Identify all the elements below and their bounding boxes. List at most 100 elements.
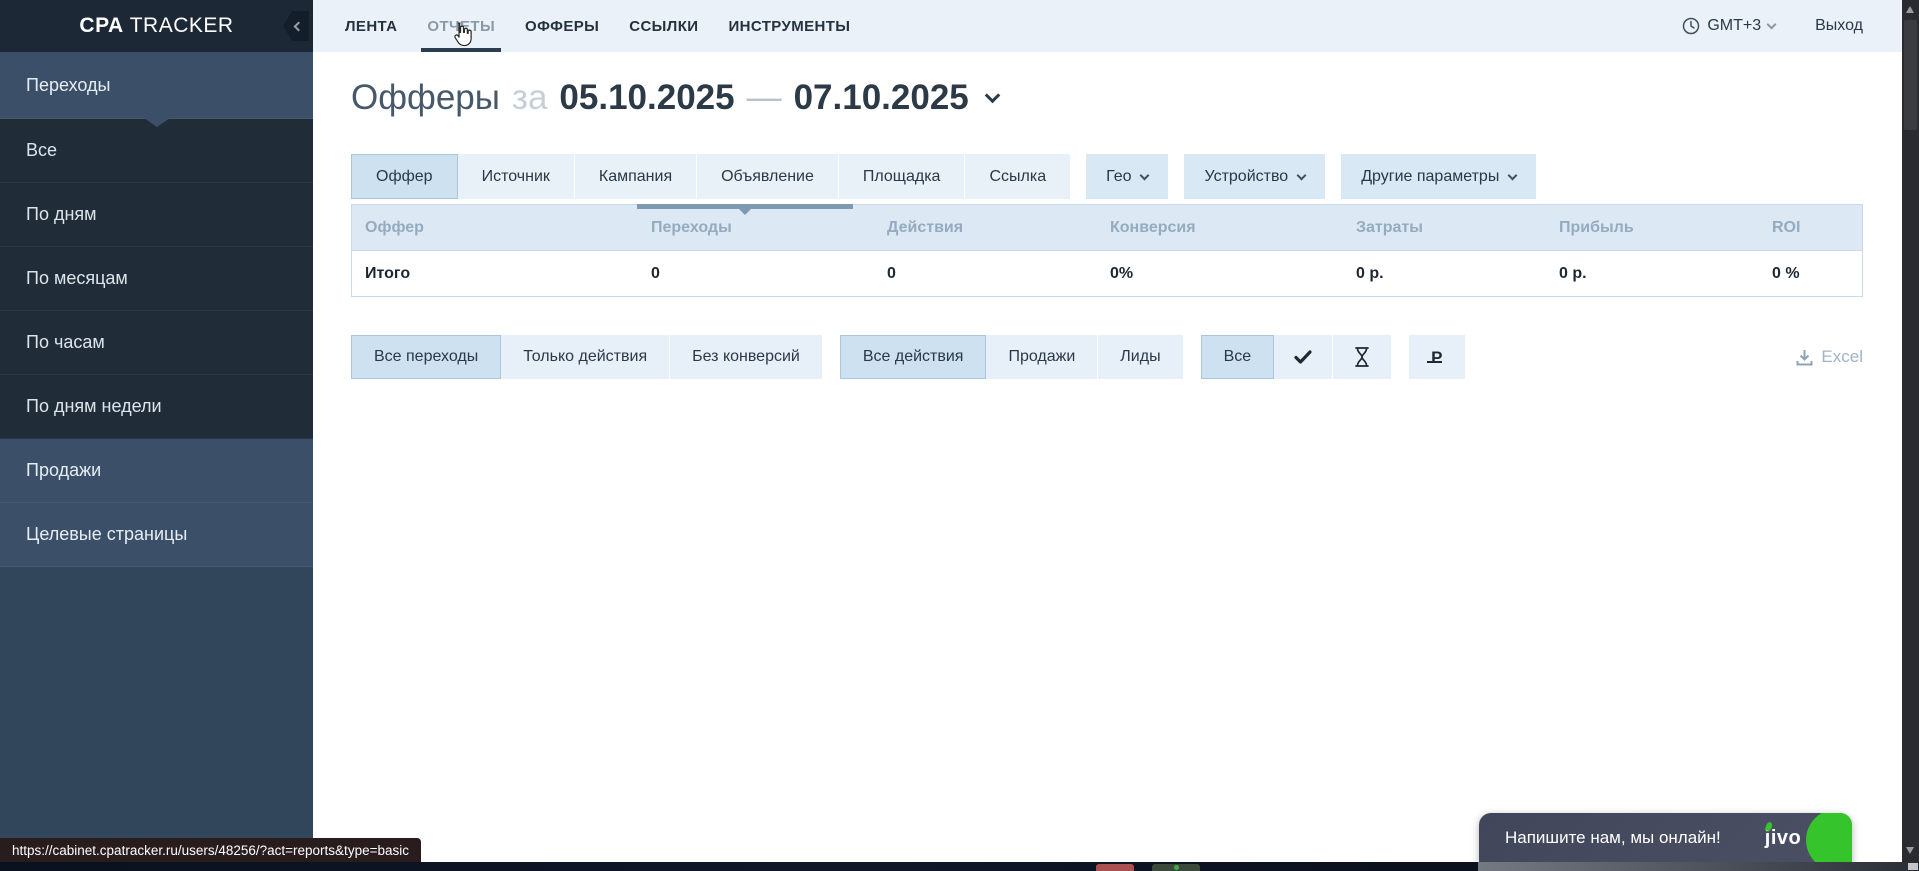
filter-currency-ruble[interactable]: Р (1409, 335, 1464, 379)
totals-roi: 0 % (1759, 265, 1864, 283)
geo-dropdown[interactable]: Гео (1086, 154, 1168, 199)
logo-bold: CPA (79, 14, 123, 37)
vertical-scrollbar[interactable] (1902, 0, 1919, 862)
totals-label: Итого (352, 265, 638, 283)
totals-zatraty: 0 р. (1343, 265, 1546, 283)
totals-deystviya: 0 (874, 265, 1097, 283)
sort-indicator (637, 204, 853, 209)
taskbar-red-item[interactable] (1096, 864, 1134, 871)
browser-status-url: https://cabinet.cpatracker.ru/users/4825… (0, 838, 421, 862)
tab-istochnik[interactable]: Источник (458, 154, 575, 199)
filter-prodazhi[interactable]: Продажи (986, 335, 1098, 379)
chevron-down-icon (1508, 170, 1518, 180)
sidebar-item-celevye-stranicy[interactable]: Целевые страницы (0, 503, 313, 567)
col-roi[interactable]: ROI (1759, 219, 1864, 237)
totals-perehody: 0 (638, 265, 874, 283)
tab-ssylka[interactable]: Ссылка (965, 154, 1070, 199)
col-konversiya[interactable]: Конверсия (1097, 219, 1343, 237)
app-logo: CPA TRACKER (79, 14, 233, 38)
sidebar-item-po-dnyam-nedeli[interactable]: По дням недели (0, 375, 313, 439)
nav-lenta[interactable]: ЛЕНТА (345, 0, 397, 52)
export-excel-button[interactable]: Excel (1796, 347, 1863, 367)
sidebar-menu: Переходы Все По дням По месяцам По часам… (0, 52, 313, 567)
tab-kampaniya[interactable]: Кампания (575, 154, 697, 199)
chevron-down-icon (1767, 20, 1777, 30)
filter-tolko-deystviya[interactable]: Только действия (501, 335, 670, 379)
jivo-green-blob (1806, 813, 1852, 863)
logout-link[interactable]: Выход (1815, 17, 1863, 35)
top-right-controls: GMT+3 Выход (1682, 17, 1902, 35)
logo-rest: TRACKER (130, 14, 234, 37)
tab-obyavlenie[interactable]: Объявление (697, 154, 839, 199)
main-content: Офферы за 05.10.2025 — 07.10.2025 Оффер … (313, 52, 1902, 862)
sidebar-item-po-chasam[interactable]: По часам (0, 311, 313, 375)
taskbar-green-item[interactable] (1152, 864, 1200, 871)
col-deystviya[interactable]: Действия (874, 219, 1097, 237)
sidebar-item-vse[interactable]: Все (0, 119, 313, 183)
chevron-down-icon (1297, 170, 1307, 180)
filter-vse-deystviya[interactable]: Все действия (840, 335, 987, 379)
sidebar-item-prodazhi[interactable]: Продажи (0, 439, 313, 503)
filter-row: Все переходы Только действия Без конверс… (351, 335, 1863, 379)
chat-message: Напишите нам, мы онлайн! (1479, 828, 1721, 848)
clock-icon (1682, 17, 1700, 35)
top-nav: ЛЕНТА ОТЧЕТЫ ОФФЕРЫ ССЫЛКИ ИНСТРУМЕНТЫ (313, 0, 850, 52)
title-preposition: за (512, 78, 548, 118)
sidebar-item-po-dnyam[interactable]: По дням (0, 183, 313, 247)
col-zatraty[interactable]: Затраты (1343, 219, 1546, 237)
scroll-down-icon[interactable] (1906, 847, 1914, 854)
col-offer[interactable]: Оффер (352, 219, 638, 237)
totals-pribyl: 0 р. (1546, 265, 1759, 283)
other-params-dropdown[interactable]: Другие параметры (1341, 154, 1536, 199)
table-header-row: Оффер Переходы Действия Конверсия Затрат… (352, 205, 1862, 250)
filter-lidy[interactable]: Лиды (1098, 335, 1182, 379)
filter-bez-konversiy[interactable]: Без конверсий (670, 335, 822, 379)
totals-konversiya: 0% (1097, 265, 1343, 283)
export-excel-label: Excel (1821, 347, 1863, 367)
sidebar-item-po-mesyacam[interactable]: По месяцам (0, 247, 313, 311)
timezone-selector[interactable]: GMT+3 (1682, 17, 1775, 35)
device-dropdown[interactable]: Устройство (1184, 154, 1325, 199)
timezone-label: GMT+3 (1707, 17, 1761, 35)
date-range-chevron-icon[interactable] (984, 87, 1000, 103)
nav-instrumenty[interactable]: ИНСТРУМЕНТЫ (728, 0, 850, 52)
report-title: Офферы за 05.10.2025 — 07.10.2025 (351, 78, 998, 118)
nav-otchety[interactable]: ОТЧЕТЫ (427, 0, 495, 52)
nav-offery[interactable]: ОФФЕРЫ (525, 0, 599, 52)
jivo-logo: jivo (1765, 827, 1801, 850)
tab-ploshchadka[interactable]: Площадка (839, 154, 966, 199)
date-to[interactable]: 07.10.2025 (794, 78, 969, 118)
hourglass-icon (1353, 346, 1371, 368)
scrollbar-thumb[interactable] (1904, 20, 1917, 130)
scroll-up-icon[interactable] (1906, 6, 1914, 13)
date-dash: — (747, 78, 782, 118)
sidebar: CPA TRACKER Переходы Все По дням По месяц… (0, 0, 313, 871)
col-pribyl[interactable]: Прибыль (1546, 219, 1759, 237)
page-title: Офферы (351, 78, 500, 118)
filter-status-approved[interactable] (1274, 335, 1333, 379)
filter-group-transitions: Все переходы Только действия Без конверс… (351, 335, 822, 379)
download-icon (1796, 349, 1813, 366)
table-row-totals: Итого 0 0 0% 0 р. 0 р. 0 % (352, 250, 1862, 296)
sidebar-item-perehody[interactable]: Переходы (0, 52, 313, 119)
dimension-tab-row: Оффер Источник Кампания Объявление Площа… (351, 154, 1536, 199)
ruble-icon: Р (1431, 349, 1442, 366)
sidebar-collapse-button[interactable] (283, 11, 309, 41)
col-perehody[interactable]: Переходы (638, 219, 874, 237)
chevron-down-icon (1140, 170, 1150, 180)
filter-group-status: Все (1201, 335, 1392, 379)
top-bar: ЛЕНТА ОТЧЕТЫ ОФФЕРЫ ССЫЛКИ ИНСТРУМЕНТЫ G… (313, 0, 1902, 52)
taskbar-right-segment (1478, 862, 1919, 871)
filter-vse-perehody[interactable]: Все переходы (351, 335, 501, 379)
filter-status-pending[interactable] (1333, 335, 1391, 379)
filter-group-actions: Все действия Продажи Лиды (840, 335, 1183, 379)
taskbar-strip (0, 862, 1919, 871)
report-table: Оффер Переходы Действия Конверсия Затрат… (351, 204, 1863, 297)
filter-status-vse[interactable]: Все (1201, 335, 1275, 379)
chevron-left-icon (293, 21, 303, 31)
nav-ssylki[interactable]: ССЫЛКИ (629, 0, 698, 52)
dimension-tabs: Оффер Источник Кампания Объявление Площа… (351, 154, 1070, 199)
tab-offer[interactable]: Оффер (351, 154, 458, 199)
date-from[interactable]: 05.10.2025 (559, 78, 734, 118)
chat-widget[interactable]: Напишите нам, мы онлайн! jivo (1479, 813, 1852, 863)
